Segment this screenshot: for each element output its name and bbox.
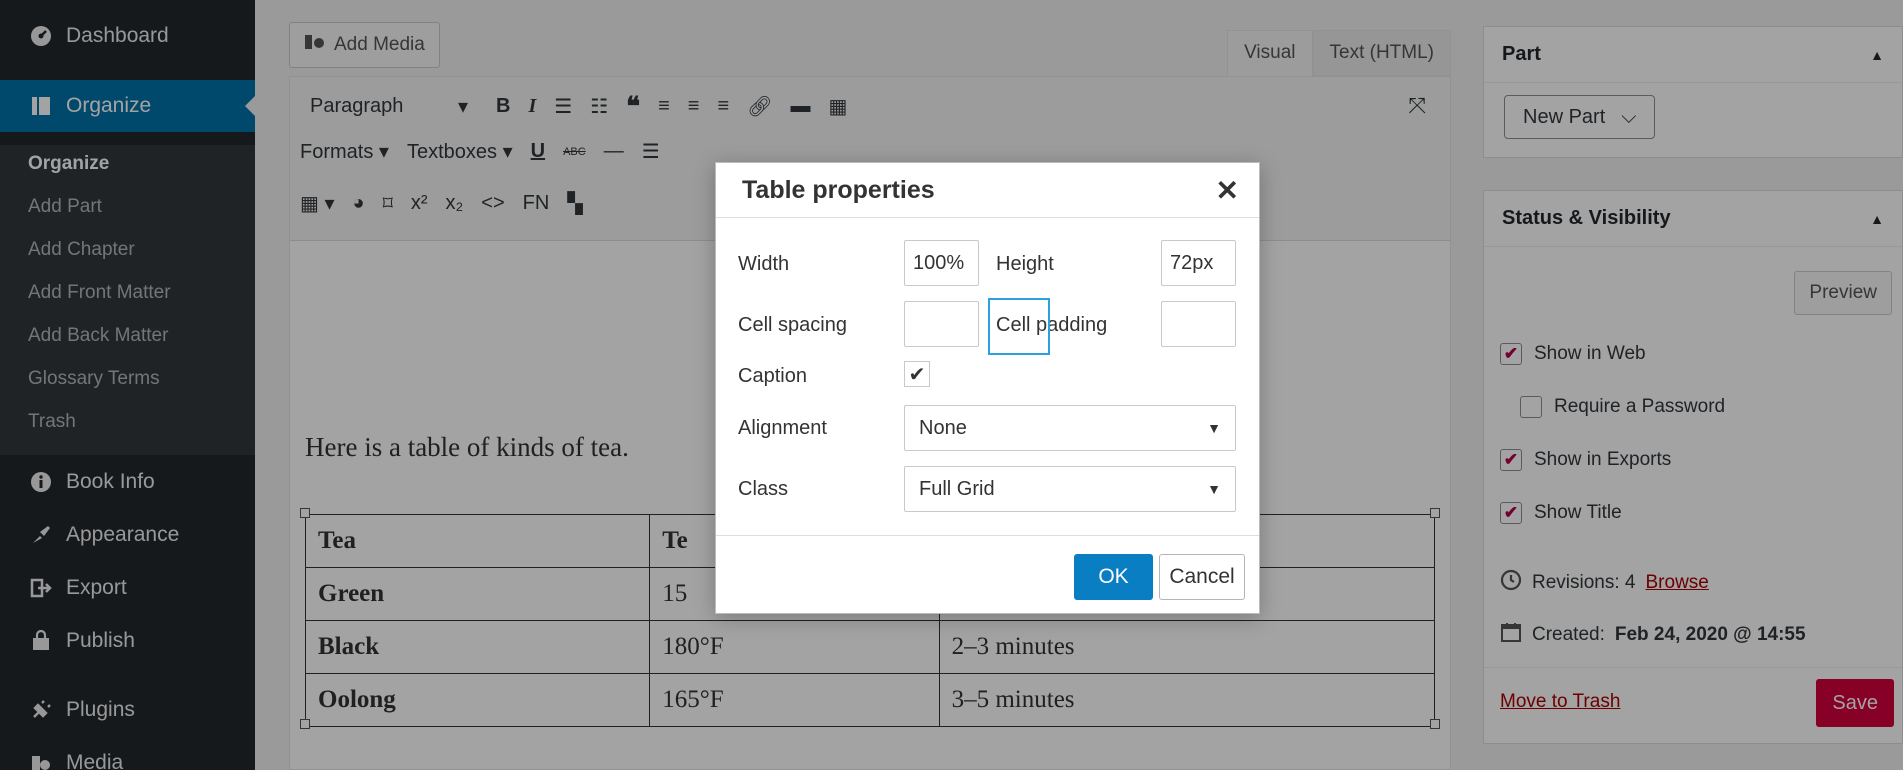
width-input[interactable]: 100% <box>904 240 979 286</box>
caret-down-icon: ▼ <box>1207 481 1221 497</box>
dialog-footer: OK Cancel <box>716 535 1259 613</box>
cancel-button[interactable]: Cancel <box>1159 554 1245 600</box>
dialog-header: Table properties ✕ <box>716 163 1259 218</box>
caption-label: Caption <box>738 365 807 387</box>
alignment-value: None <box>919 416 967 439</box>
table-properties-dialog: Table properties ✕ Width 100% Height 72p… <box>715 162 1260 614</box>
caption-checkbox[interactable]: ✔ <box>904 361 930 387</box>
caret-down-icon: ▼ <box>1207 420 1221 436</box>
width-label: Width <box>738 253 790 275</box>
class-value: Full Grid <box>919 477 995 500</box>
focus-indicator <box>988 298 1050 355</box>
ok-button[interactable]: OK <box>1074 554 1153 600</box>
class-select[interactable]: Full Grid ▼ <box>904 466 1236 512</box>
close-icon[interactable]: ✕ <box>1216 174 1239 207</box>
alignment-label: Alignment <box>738 417 827 439</box>
cell-spacing-label: Cell spacing <box>738 314 847 336</box>
cell-spacing-input[interactable] <box>904 301 979 347</box>
alignment-select[interactable]: None ▼ <box>904 405 1236 451</box>
height-label: Height <box>996 253 1054 275</box>
dialog-title: Table properties <box>742 175 935 204</box>
height-input[interactable]: 72px <box>1161 240 1236 286</box>
class-label: Class <box>738 478 789 500</box>
cell-padding-input[interactable] <box>1161 301 1236 347</box>
